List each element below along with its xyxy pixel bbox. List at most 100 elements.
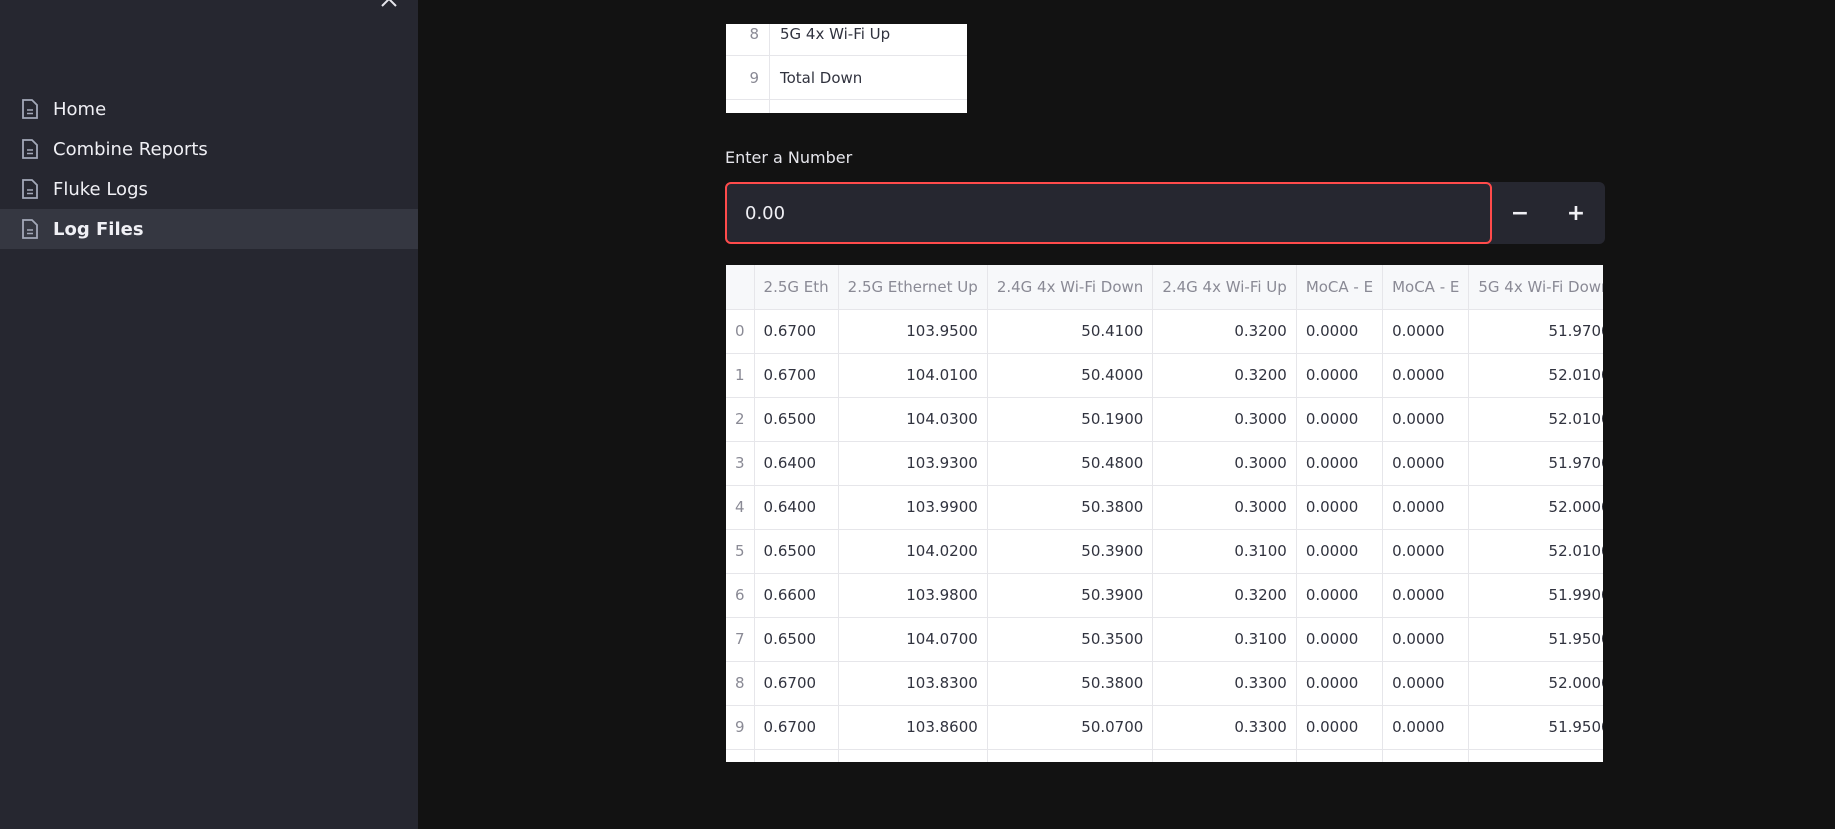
- cell[interactable]: 0.0000: [1382, 617, 1470, 662]
- document-icon: [21, 178, 39, 200]
- cell[interactable]: 0.0000: [1296, 705, 1384, 750]
- close-sidebar-button[interactable]: [378, 0, 400, 10]
- cell[interactable]: 50.3800: [987, 661, 1154, 706]
- cell[interactable]: [1468, 749, 1603, 762]
- cell[interactable]: 0.0000: [1382, 661, 1470, 706]
- cell[interactable]: 0.6500: [754, 397, 839, 442]
- cell[interactable]: 0.0000: [1382, 353, 1470, 398]
- column-header[interactable]: MoCA - E: [1296, 265, 1384, 310]
- cell[interactable]: 0.0000: [1296, 353, 1384, 398]
- cell[interactable]: 0.6500: [754, 529, 839, 574]
- cell[interactable]: [1152, 749, 1297, 762]
- cell[interactable]: 0.0000: [1296, 529, 1384, 574]
- cell[interactable]: 103.8600: [838, 705, 988, 750]
- cell[interactable]: 51.9500: [1468, 617, 1603, 662]
- cell[interactable]: 0.6600: [754, 573, 839, 618]
- cell[interactable]: 50.4800: [987, 441, 1154, 486]
- cell[interactable]: 104.0700: [838, 617, 988, 662]
- cell[interactable]: 0.0000: [1382, 573, 1470, 618]
- cell[interactable]: 52.0000: [1468, 661, 1603, 706]
- cell[interactable]: [1296, 749, 1384, 762]
- cell[interactable]: 0.0000: [1296, 661, 1384, 706]
- cell[interactable]: 0.6400: [754, 441, 839, 486]
- cell[interactable]: 0.0000: [1296, 441, 1384, 486]
- cell[interactable]: 0.3100: [1152, 617, 1297, 662]
- cell[interactable]: 0.6500: [754, 617, 839, 662]
- cell[interactable]: 103.9500: [838, 309, 988, 354]
- cell: 5G 4x Wi-Fi Up: [780, 25, 891, 43]
- cell[interactable]: [838, 749, 988, 762]
- column-header[interactable]: 2.5G Ethernet Up: [838, 265, 988, 310]
- cell[interactable]: 0.3200: [1152, 353, 1297, 398]
- sidebar-item-fluke-logs[interactable]: Fluke Logs: [0, 169, 418, 209]
- cell[interactable]: 0.6700: [754, 705, 839, 750]
- cell[interactable]: 50.1900: [987, 397, 1154, 442]
- sidebar-item-label: Log Files: [53, 218, 144, 240]
- cell[interactable]: 104.0300: [838, 397, 988, 442]
- cell[interactable]: 52.0100: [1468, 353, 1603, 398]
- column-header[interactable]: MoCA - E: [1382, 265, 1470, 310]
- cell[interactable]: 0.0000: [1296, 617, 1384, 662]
- data-table[interactable]: 2.5G Eth 2.5G Ethernet Up 2.4G 4x Wi-Fi Do…: [726, 265, 1603, 762]
- cell[interactable]: 0.3300: [1152, 661, 1297, 706]
- cell[interactable]: 103.9300: [838, 441, 988, 486]
- column-header[interactable]: 2.4G 4x Wi-Fi Down: [987, 265, 1154, 310]
- cell[interactable]: 50.3900: [987, 573, 1154, 618]
- number-input[interactable]: [725, 182, 1492, 244]
- sidebar-item-combine-reports[interactable]: Combine Reports: [0, 129, 418, 169]
- cell[interactable]: 0.0000: [1296, 485, 1384, 530]
- cell[interactable]: 104.0200: [838, 529, 988, 574]
- cell[interactable]: 52.0100: [1468, 397, 1603, 442]
- increment-button[interactable]: +: [1548, 182, 1604, 244]
- sidebar-item-home[interactable]: Home: [0, 89, 418, 129]
- table-row: 2 0.6500 104.0300 50.1900 0.3000 0.0000 0.0000…: [726, 397, 1603, 442]
- cell[interactable]: 0.0000: [1382, 529, 1470, 574]
- cell[interactable]: 0.3200: [1152, 309, 1297, 354]
- cell[interactable]: 51.9700: [1468, 441, 1603, 486]
- row-index: [726, 100, 770, 113]
- cell[interactable]: 0.3000: [1152, 441, 1297, 486]
- cell[interactable]: 0.0000: [1296, 309, 1384, 354]
- cell[interactable]: 52.0000: [1468, 485, 1603, 530]
- cell[interactable]: 0.3000: [1152, 397, 1297, 442]
- cell[interactable]: 51.9900: [1468, 573, 1603, 618]
- cell[interactable]: 0.6700: [754, 309, 839, 354]
- cell[interactable]: 103.9800: [838, 573, 988, 618]
- cell[interactable]: 0.3000: [1152, 485, 1297, 530]
- cell[interactable]: 0.6700: [754, 353, 839, 398]
- cell[interactable]: 103.8300: [838, 661, 988, 706]
- cell[interactable]: 0.0000: [1382, 705, 1470, 750]
- cell[interactable]: 50.3800: [987, 485, 1154, 530]
- cell[interactable]: 50.4100: [987, 309, 1154, 354]
- cell[interactable]: 50.4000: [987, 353, 1154, 398]
- sidebar-item-log-files[interactable]: Log Files: [0, 209, 418, 249]
- cell[interactable]: [1382, 749, 1470, 762]
- column-list-table[interactable]: 8 5G 4x Wi-Fi Up 9 Total Down: [726, 24, 967, 113]
- cell[interactable]: 0.0000: [1382, 309, 1470, 354]
- cell[interactable]: 50.0700: [987, 705, 1154, 750]
- cell[interactable]: 0.6400: [754, 485, 839, 530]
- cell[interactable]: [987, 749, 1154, 762]
- cell[interactable]: 103.9900: [838, 485, 988, 530]
- cell[interactable]: 52.0100: [1468, 529, 1603, 574]
- cell[interactable]: 0.3100: [1152, 529, 1297, 574]
- cell[interactable]: 0.3200: [1152, 573, 1297, 618]
- column-header[interactable]: 5G 4x Wi-Fi Down: [1468, 265, 1603, 310]
- cell[interactable]: 0.0000: [1382, 441, 1470, 486]
- cell[interactable]: 0.0000: [1382, 485, 1470, 530]
- column-header[interactable]: 2.5G Eth: [754, 265, 839, 310]
- cell[interactable]: 51.9500: [1468, 705, 1603, 750]
- cell[interactable]: 104.0100: [838, 353, 988, 398]
- index-header[interactable]: [726, 265, 755, 310]
- decrement-button[interactable]: −: [1492, 182, 1548, 244]
- cell[interactable]: 51.9700: [1468, 309, 1603, 354]
- cell[interactable]: 0.0000: [1296, 573, 1384, 618]
- cell[interactable]: [754, 749, 839, 762]
- cell[interactable]: 0.3300: [1152, 705, 1297, 750]
- cell[interactable]: 0.0000: [1382, 397, 1470, 442]
- column-header[interactable]: 2.4G 4x Wi-Fi Up: [1152, 265, 1297, 310]
- cell[interactable]: 50.3900: [987, 529, 1154, 574]
- cell[interactable]: 0.0000: [1296, 397, 1384, 442]
- cell[interactable]: 50.3500: [987, 617, 1154, 662]
- cell[interactable]: 0.6700: [754, 661, 839, 706]
